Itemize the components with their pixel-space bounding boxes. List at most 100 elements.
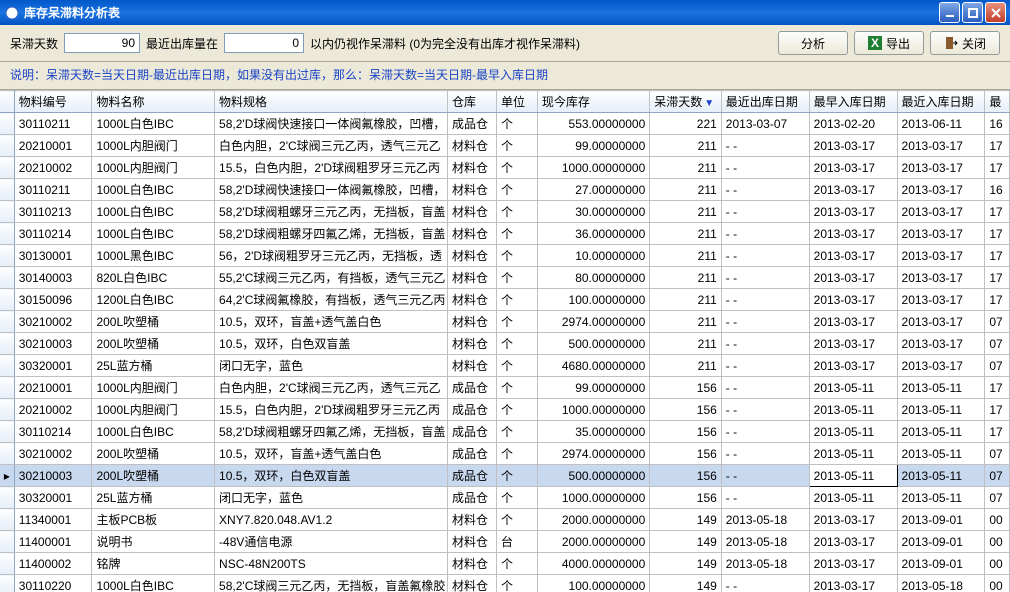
table-row[interactable]: 301102141000L白色IBC58,2'D球阀粗螺牙四氟乙烯，无挡板，盲盖… <box>0 223 1010 245</box>
cell-last[interactable]: 2013-03-17 <box>897 267 985 289</box>
column-header[interactable]: 最近出库日期 <box>721 91 809 113</box>
cell-qty[interactable]: 2974.00000000 <box>537 311 649 333</box>
cell-last[interactable]: 2013-09-01 <box>897 553 985 575</box>
analyze-button[interactable]: 分析 <box>778 31 848 55</box>
cell-qty[interactable]: 1000.00000000 <box>537 399 649 421</box>
cell-days[interactable]: 149 <box>650 509 722 531</box>
cell-wh[interactable]: 材料仓 <box>448 289 497 311</box>
cell-days[interactable]: 211 <box>650 333 722 355</box>
cell-x[interactable]: 17 <box>985 135 1010 157</box>
cell-x[interactable]: 17 <box>985 245 1010 267</box>
cell-x[interactable]: 17 <box>985 267 1010 289</box>
table-row[interactable]: 301102111000L白色IBC58,2'D球阀快速接口一体阀氟橡胶，凹槽，… <box>0 113 1010 135</box>
cell-spec[interactable]: 64,2'C球阀氟橡胶，有挡板，透气三元乙丙 <box>215 289 448 311</box>
cell-spec[interactable]: 58,2'D球阀快速接口一体阀氟橡胶，凹槽， <box>215 113 448 135</box>
cell-qty[interactable]: 30.00000000 <box>537 201 649 223</box>
cell-spec[interactable]: 55,2'C球阀三元乙丙，有挡板，透气三元乙 <box>215 267 448 289</box>
cell-wh[interactable]: 材料仓 <box>448 311 497 333</box>
cell-last[interactable]: 2013-05-11 <box>897 377 985 399</box>
cell-qty[interactable]: 2974.00000000 <box>537 443 649 465</box>
cell-name[interactable]: 25L蓝方桶 <box>92 487 215 509</box>
cell-spec[interactable]: 58,2'D球阀粗螺牙四氟乙烯，无挡板，盲盖 <box>215 421 448 443</box>
cell-wh[interactable]: 材料仓 <box>448 267 497 289</box>
cell-spec[interactable]: 58,2'C球阀三元乙丙，无挡板，盲盖氟橡胶 <box>215 575 448 592</box>
cell-first[interactable]: 2013-03-17 <box>809 509 897 531</box>
cell-first[interactable]: 2013-03-17 <box>809 179 897 201</box>
cell-unit[interactable]: 个 <box>497 223 538 245</box>
table-row[interactable]: 3032000125L蓝方桶闭口无字，蓝色材料仓个4680.0000000021… <box>0 355 1010 377</box>
cell-qty[interactable]: 80.00000000 <box>537 267 649 289</box>
cell-id[interactable]: 11340001 <box>14 509 92 531</box>
table-row[interactable]: 301102111000L白色IBC58,2'D球阀快速接口一体阀氟橡胶，凹槽，… <box>0 179 1010 201</box>
table-row[interactable]: ▸30210003200L吹塑桶10.5，双环，白色双盲盖成品仓个500.000… <box>0 465 1010 487</box>
cell-out[interactable]: 2013-05-18 <box>721 509 809 531</box>
maximize-button[interactable] <box>962 2 983 23</box>
cell-name[interactable]: 1000L内胆阀门 <box>92 157 215 179</box>
table-row[interactable]: 11400001说明书-48V通信电源材料仓台2000.000000001492… <box>0 531 1010 553</box>
cell-name[interactable]: 铭牌 <box>92 553 215 575</box>
cell-out[interactable]: - - <box>721 575 809 592</box>
cell-days[interactable]: 211 <box>650 179 722 201</box>
column-header[interactable]: 呆滞天数▼ <box>650 91 722 113</box>
cell-name[interactable]: 1000L白色IBC <box>92 575 215 592</box>
cell-first[interactable]: 2013-03-17 <box>809 157 897 179</box>
column-header[interactable]: 单位 <box>497 91 538 113</box>
cell-first[interactable]: 2013-03-17 <box>809 135 897 157</box>
cell-days[interactable]: 211 <box>650 135 722 157</box>
cell-name[interactable]: 1000L白色IBC <box>92 113 215 135</box>
cell-id[interactable]: 20210002 <box>14 157 92 179</box>
cell-unit[interactable]: 个 <box>497 487 538 509</box>
cell-id[interactable]: 20210001 <box>14 377 92 399</box>
cell-wh[interactable]: 材料仓 <box>448 531 497 553</box>
cell-unit[interactable]: 个 <box>497 509 538 531</box>
cell-days[interactable]: 156 <box>650 465 722 487</box>
cell-unit[interactable]: 个 <box>497 179 538 201</box>
cell-qty[interactable]: 4680.00000000 <box>537 355 649 377</box>
table-row[interactable]: 11400002铭牌NSC-48N200TS材料仓个4000.000000001… <box>0 553 1010 575</box>
cell-id[interactable]: 30320001 <box>14 355 92 377</box>
cell-last[interactable]: 2013-05-18 <box>897 575 985 592</box>
cell-out[interactable]: - - <box>721 355 809 377</box>
cell-wh[interactable]: 材料仓 <box>448 355 497 377</box>
cell-unit[interactable]: 个 <box>497 377 538 399</box>
cell-id[interactable]: 30320001 <box>14 487 92 509</box>
cell-id[interactable]: 20210001 <box>14 135 92 157</box>
table-row[interactable]: 30210003200L吹塑桶10.5，双环，白色双盲盖材料仓个500.0000… <box>0 333 1010 355</box>
column-header[interactable]: 仓库 <box>448 91 497 113</box>
cell-qty[interactable]: 100.00000000 <box>537 575 649 592</box>
cell-wh[interactable]: 成品仓 <box>448 465 497 487</box>
table-row[interactable]: 301300011000L黑色IBC56，2'D球阀粗罗牙三元乙丙，无挡板，透材… <box>0 245 1010 267</box>
cell-last[interactable]: 2013-03-17 <box>897 245 985 267</box>
table-row[interactable]: 202100011000L内胆阀门白色内胆，2'C球阀三元乙丙，透气三元乙成品仓… <box>0 377 1010 399</box>
cell-out[interactable]: - - <box>721 333 809 355</box>
cell-unit[interactable]: 个 <box>497 553 538 575</box>
cell-last[interactable]: 2013-03-17 <box>897 333 985 355</box>
cell-id[interactable]: 30130001 <box>14 245 92 267</box>
cell-last[interactable]: 2013-06-11 <box>897 113 985 135</box>
cell-days[interactable]: 156 <box>650 399 722 421</box>
cell-spec[interactable]: 白色内胆，2'C球阀三元乙丙，透气三元乙 <box>215 377 448 399</box>
cell-qty[interactable]: 100.00000000 <box>537 289 649 311</box>
cell-first[interactable]: 2013-03-17 <box>809 575 897 592</box>
cell-first[interactable]: 2013-03-17 <box>809 223 897 245</box>
close-app-button[interactable]: 关闭 <box>930 31 1000 55</box>
cell-out[interactable]: - - <box>721 399 809 421</box>
cell-out[interactable]: - - <box>721 311 809 333</box>
table-row[interactable]: 301102201000L白色IBC58,2'C球阀三元乙丙，无挡板，盲盖氟橡胶… <box>0 575 1010 592</box>
cell-spec[interactable]: 56，2'D球阀粗罗牙三元乙丙，无挡板，透 <box>215 245 448 267</box>
cell-days[interactable]: 156 <box>650 443 722 465</box>
column-header[interactable]: 最 <box>985 91 1010 113</box>
minimize-button[interactable] <box>939 2 960 23</box>
table-row[interactable]: 202100021000L内胆阀门15.5，白色内胆，2'D球阀粗罗牙三元乙丙材… <box>0 157 1010 179</box>
cell-name[interactable]: 1000L白色IBC <box>92 179 215 201</box>
cell-qty[interactable]: 1000.00000000 <box>537 487 649 509</box>
cell-days[interactable]: 149 <box>650 575 722 592</box>
cell-out[interactable]: - - <box>721 465 809 487</box>
cell-last[interactable]: 2013-09-01 <box>897 509 985 531</box>
cell-name[interactable]: 1000L内胆阀门 <box>92 399 215 421</box>
cell-qty[interactable]: 10.00000000 <box>537 245 649 267</box>
cell-x[interactable]: 17 <box>985 399 1010 421</box>
cell-id[interactable]: 30110211 <box>14 179 92 201</box>
column-header[interactable]: 物料规格 <box>215 91 448 113</box>
cell-name[interactable]: 200L吹塑桶 <box>92 443 215 465</box>
